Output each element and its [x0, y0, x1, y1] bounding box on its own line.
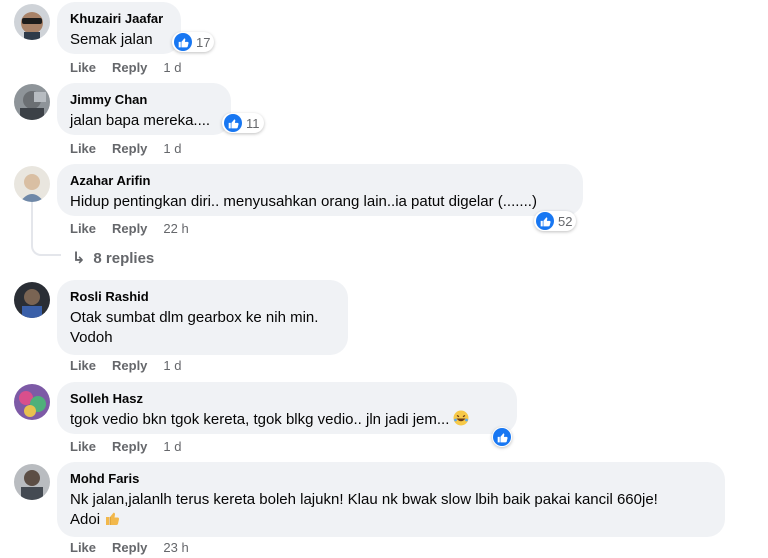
comment-bubble: Khuzairi Jaafar Semak jalan — [57, 2, 181, 54]
comment-actions: Like Reply 22 h — [70, 221, 189, 237]
commenter-name[interactable]: Azahar Arifin — [70, 172, 570, 189]
reply-link[interactable]: Reply — [112, 439, 147, 454]
comment-bubble: Jimmy Chan jalan bapa mereka.... — [57, 83, 231, 135]
thread-connector — [31, 240, 61, 256]
comment-actions: Like Reply 1 d — [70, 439, 182, 455]
comment-bubble: Mohd Faris Nk jalan,jalanlh terus kereta… — [57, 462, 725, 537]
thumbs-up-emoji-icon — [104, 510, 120, 526]
like-reaction-icon — [224, 114, 242, 132]
comment-actions: Like Reply 1 d — [70, 60, 182, 76]
avatar[interactable] — [14, 464, 50, 500]
reaction-count: 11 — [246, 115, 260, 131]
like-link[interactable]: Like — [70, 358, 96, 373]
avatar[interactable] — [14, 384, 50, 420]
like-link[interactable]: Like — [70, 141, 96, 156]
avatar[interactable] — [14, 4, 50, 40]
comment-text-line-2: Adoi — [70, 510, 712, 530]
comment-text: tgok vedio bkn tgok kereta, tgok blkg ve… — [70, 410, 504, 430]
comment-bubble: Rosli Rashid Otak sumbat dlm gearbox ke … — [57, 280, 348, 355]
timestamp[interactable]: 1 d — [163, 60, 181, 75]
laughing-emoji-icon — [453, 410, 469, 426]
avatar[interactable] — [14, 282, 50, 318]
reaction-count: 52 — [558, 213, 573, 229]
comment-actions: Like Reply 23 h — [70, 540, 189, 556]
thread-line — [31, 202, 33, 240]
commenter-name[interactable]: Jimmy Chan — [70, 91, 218, 108]
commenter-name[interactable]: Mohd Faris — [70, 470, 712, 487]
comment-text-line-1: Nk jalan,jalanlh terus kereta boleh laju… — [70, 491, 658, 508]
reaction-summary[interactable]: 11 — [222, 113, 264, 133]
like-link[interactable]: Like — [70, 221, 96, 236]
reaction-summary[interactable] — [492, 427, 512, 447]
comment-text: jalan bapa mereka.... — [70, 112, 211, 129]
reply-arrow-icon: ↳ — [72, 250, 86, 267]
commenter-name[interactable]: Solleh Hasz — [70, 390, 504, 407]
reaction-summary[interactable]: 17 — [172, 32, 215, 52]
like-reaction-icon — [536, 212, 554, 230]
comment-text: Hidup pentingkan diri.. menyusahkan oran… — [70, 193, 537, 210]
comment-actions: Like Reply 1 d — [70, 141, 182, 157]
like-link[interactable]: Like — [70, 60, 96, 75]
reaction-count: 17 — [196, 34, 211, 50]
reply-link[interactable]: Reply — [112, 540, 147, 555]
commenter-name[interactable]: Rosli Rashid — [70, 288, 335, 305]
reaction-summary[interactable]: 52 — [534, 211, 577, 231]
comment-text: Semak jalan — [70, 31, 153, 48]
avatar[interactable] — [14, 84, 50, 120]
like-reaction-icon — [174, 33, 192, 51]
like-link[interactable]: Like — [70, 540, 96, 555]
comment-bubble: Solleh Hasz tgok vedio bkn tgok kereta, … — [57, 382, 517, 434]
reply-link[interactable]: Reply — [112, 141, 147, 156]
timestamp[interactable]: 22 h — [163, 221, 188, 236]
commenter-name[interactable]: Khuzairi Jaafar — [70, 10, 168, 27]
comment-text-line-2: Vodoh — [70, 329, 113, 346]
like-reaction-icon — [493, 428, 511, 446]
timestamp[interactable]: 1 d — [163, 358, 181, 373]
avatar[interactable] — [14, 166, 50, 202]
reply-link[interactable]: Reply — [112, 60, 147, 75]
comment-text-body: Adoi — [70, 511, 101, 528]
timestamp[interactable]: 1 d — [163, 141, 181, 156]
reply-link[interactable]: Reply — [112, 221, 147, 236]
comment-bubble: Azahar Arifin Hidup pentingkan diri.. me… — [57, 164, 583, 216]
comment-text-body: tgok vedio bkn tgok kereta, tgok blkg ve… — [70, 411, 450, 428]
like-link[interactable]: Like — [70, 439, 96, 454]
timestamp[interactable]: 1 d — [163, 439, 181, 454]
reply-link[interactable]: Reply — [112, 358, 147, 373]
timestamp[interactable]: 23 h — [163, 540, 188, 555]
comment-actions: Like Reply 1 d — [70, 358, 182, 374]
comment-text-line-1: Otak sumbat dlm gearbox ke nih min. — [70, 309, 319, 326]
replies-count-label: 8 replies — [93, 249, 155, 267]
view-replies-button[interactable]: ↳ 8 replies — [72, 248, 154, 268]
